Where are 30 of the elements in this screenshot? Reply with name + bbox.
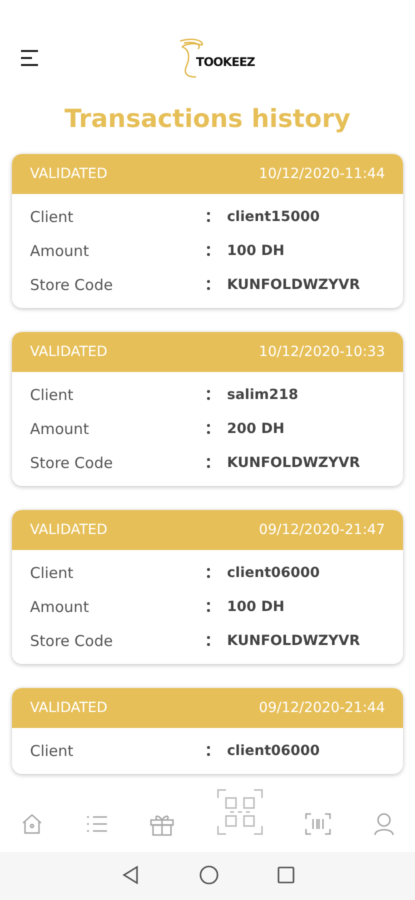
field-label: Store Code — [30, 452, 114, 474]
field-label: Client — [30, 384, 74, 406]
date-time: 10/12/2020-11:44 — [258, 164, 385, 184]
field-value: 100 DH — [227, 242, 284, 260]
logo-text: TOOKEEZ — [196, 54, 255, 71]
field-label: Client — [30, 562, 74, 584]
page-title: Transactions history — [64, 106, 352, 131]
field-value: 100 DH — [227, 598, 284, 616]
status-label: VALIDATED — [30, 520, 108, 540]
field-label: Amount — [30, 418, 90, 440]
field-label: Amount — [30, 596, 90, 618]
date-time: 10/12/2020-10:33 — [258, 342, 385, 362]
status-label: VALIDATED — [30, 698, 108, 718]
field-value: KUNFOLDWZYVR — [227, 454, 360, 472]
field-value: client15000 — [227, 208, 320, 226]
field-value: KUNFOLDWZYVR — [227, 632, 360, 650]
field-value: client06000 — [227, 564, 320, 582]
status-label: VALIDATED — [30, 342, 108, 362]
field-value: 200 DH — [227, 420, 284, 438]
field-value: client06000 — [227, 742, 320, 760]
field-label: Store Code — [30, 630, 114, 652]
field-label: Amount — [30, 240, 90, 262]
field-label: Client — [30, 740, 74, 762]
field-value: salim218 — [227, 386, 298, 404]
date-time: 09/12/2020-21:47 — [258, 520, 385, 540]
field-label: Store Code — [30, 274, 114, 296]
field-label: Client — [30, 206, 74, 228]
field-value: KUNFOLDWZYVR — [227, 276, 360, 294]
date-time: 09/12/2020-21:44 — [258, 698, 385, 718]
status-label: VALIDATED — [30, 164, 108, 184]
